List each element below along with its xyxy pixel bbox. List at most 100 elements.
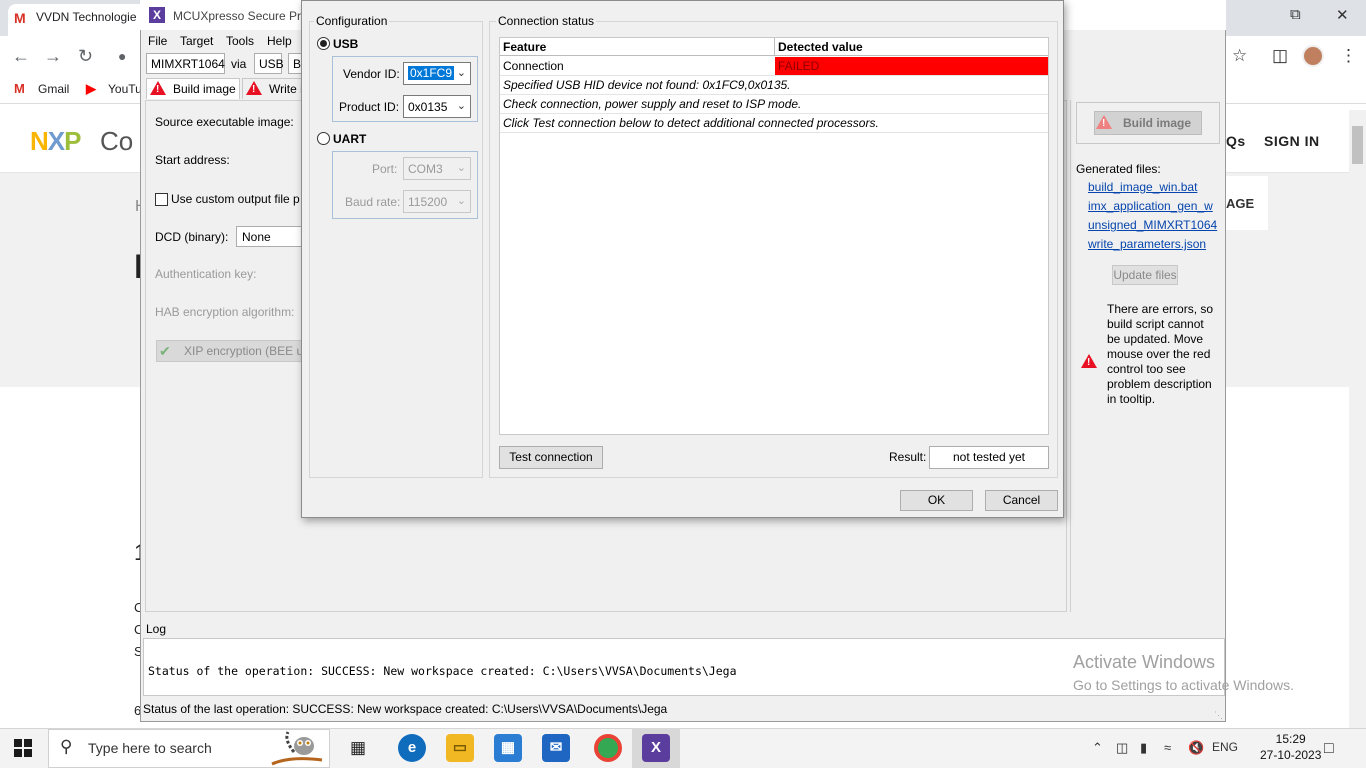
menu-file[interactable]: File [148, 34, 167, 48]
build-error-message: There are errors, so build script cannot… [1107, 302, 1214, 406]
log-line: Status of the operation: SUCCESS: New wo… [148, 664, 737, 678]
app-title: MCUXpresso Secure Pro [173, 9, 308, 23]
page-scrollbar[interactable] [1349, 110, 1366, 728]
site-title-fragment: Co [100, 126, 134, 156]
menu-kebab-icon[interactable]: ⋮ [1340, 46, 1357, 66]
tab-build-image-label: Build image [173, 82, 236, 96]
port-value: COM3 [408, 162, 443, 176]
generated-file-link[interactable]: build_image_win.bat [1088, 180, 1218, 194]
dcd-label: DCD (binary): [155, 230, 229, 244]
side-panel-icon[interactable]: ◫ [1272, 46, 1288, 66]
connection-status-title: Connection status [496, 14, 597, 28]
forward-icon[interactable]: → [44, 46, 62, 67]
activate-windows-title: Activate Windows [1073, 652, 1216, 672]
language-indicator[interactable]: ENG [1212, 740, 1238, 754]
windows-start-icon[interactable] [14, 739, 32, 757]
table-row-message: Click Test connection below to detect ad… [503, 116, 879, 130]
mcuxpresso-logo-icon: X [149, 7, 165, 23]
dcd-select[interactable]: None [236, 226, 306, 247]
port-combo[interactable]: COM3 ⌄ [403, 157, 471, 180]
notifications-icon[interactable]: □ [1324, 740, 1334, 758]
test-connection-button[interactable]: Test connection [499, 446, 603, 469]
file-explorer-icon[interactable]: ▭ [446, 734, 474, 762]
bookmark-gmail[interactable]: Gmail [38, 82, 69, 96]
menu-target[interactable]: Target [180, 34, 213, 48]
tab-write-image-label: Write i [269, 82, 303, 96]
column-header-feature[interactable]: Feature [500, 38, 775, 56]
cancel-button[interactable]: Cancel [985, 490, 1058, 511]
edge-icon[interactable]: e [398, 734, 426, 762]
baud-rate-label: Baud rate: [345, 195, 401, 209]
mcuxpresso-taskbar-icon[interactable]: X [642, 734, 670, 762]
product-id-combo[interactable]: 0x0135 ⌄ [403, 95, 471, 118]
lock-icon[interactable]: ● [118, 48, 126, 64]
battery-icon[interactable]: ▮ [1140, 740, 1147, 756]
chevron-down-icon: ⌄ [456, 195, 466, 207]
mail-icon[interactable]: ✉ [542, 734, 570, 762]
baud-rate-combo[interactable]: 115200 ⌄ [403, 190, 471, 213]
configuration-title: Configuration [314, 14, 390, 28]
page-scrollbar-thumb[interactable] [1352, 126, 1363, 164]
store-icon[interactable]: ▦ [494, 734, 522, 762]
port-label: Port: [372, 162, 398, 176]
ok-button[interactable]: OK [900, 490, 973, 511]
table-cell-failed: FAILED [778, 59, 820, 73]
nav-faqs[interactable]: Qs [1226, 133, 1246, 149]
tray-device-icon[interactable]: ◫ [1116, 740, 1128, 756]
nxp-logo[interactable]: NXP [30, 126, 81, 157]
status-bar: Status of the last operation: SUCCESS: N… [143, 702, 668, 716]
error-warning-mark: ! [1087, 357, 1091, 368]
start-address-label: Start address: [155, 153, 230, 167]
chevron-down-icon: ⌄ [456, 100, 466, 112]
error-warning-mark: ! [1102, 118, 1106, 129]
chrome-icon[interactable] [594, 734, 622, 762]
menu-help[interactable]: Help [267, 34, 292, 48]
interface-field[interactable]: USB [254, 53, 284, 74]
baud-rate-value: 115200 [408, 195, 448, 209]
uart-radio[interactable] [317, 132, 330, 145]
table-cell-feature: Connection [503, 59, 564, 73]
product-id-value: 0x0135 [408, 100, 448, 114]
taskbar-clock[interactable]: 15:29 27-10-2023 [1260, 731, 1321, 763]
activate-windows-subtitle: Go to Settings to activate Windows. [1073, 677, 1294, 693]
log-label: Log [146, 622, 167, 636]
column-header-detected[interactable]: Detected value [775, 38, 1048, 56]
vendor-id-label: Vendor ID: [343, 67, 400, 81]
update-files-button[interactable]: Update files [1112, 265, 1178, 285]
custom-output-label: Use custom output file p [171, 192, 300, 206]
hab-encryption-label: HAB encryption algorithm: [155, 305, 295, 319]
volume-muted-icon[interactable]: 🔇 [1188, 740, 1204, 756]
result-value: not tested yet [929, 446, 1049, 469]
error-warning-mark: ! [156, 84, 160, 95]
table-row-message: Check connection, power supply and reset… [503, 97, 802, 111]
tray-chevron-up-icon[interactable]: ⌃ [1092, 740, 1103, 756]
menu-tools[interactable]: Tools [226, 34, 254, 48]
checkmark-icon: ✔ [159, 343, 171, 359]
vendor-id-value: 0x1FC9 [408, 66, 455, 80]
vendor-id-combo[interactable]: 0x1FC9 ⌄ [403, 62, 471, 85]
profile-avatar[interactable] [1302, 45, 1324, 67]
build-image-button-label: Build image [1123, 116, 1192, 130]
generated-file-link[interactable]: unsigned_MIMXRT1064 [1088, 218, 1218, 232]
generated-file-link[interactable]: imx_application_gen_w [1088, 199, 1218, 213]
site-card-text: AGE [1226, 196, 1255, 211]
browser-close-icon[interactable]: ✕ [1336, 6, 1349, 24]
bookmark-star-icon[interactable]: ☆ [1232, 46, 1247, 66]
generated-file-link[interactable]: write_parameters.json [1088, 237, 1218, 251]
nav-sign-in[interactable]: SIGN IN [1264, 133, 1320, 149]
back-icon[interactable]: ← [12, 46, 30, 67]
resize-grip-icon[interactable]: ⋱ [1214, 710, 1223, 721]
reload-icon[interactable]: ↻ [78, 46, 93, 67]
clock-date: 27-10-2023 [1260, 748, 1322, 762]
usb-radio-dot [320, 40, 327, 47]
bookmark-youtube[interactable]: YouTu [108, 82, 140, 96]
auth-key-label: Authentication key: [155, 267, 257, 281]
task-view-icon[interactable]: ▦ [350, 738, 366, 758]
table-row-message: Specified USB HID device not found: 0x1F… [503, 78, 791, 92]
restore-icon[interactable]: ⧉ [1290, 6, 1301, 23]
custom-output-checkbox[interactable] [155, 193, 168, 206]
chevron-down-icon: ⌄ [456, 162, 466, 174]
wifi-icon[interactable]: ≈ [1164, 740, 1171, 755]
processor-field[interactable]: MIMXRT1064 [146, 53, 225, 74]
via-label: via [231, 57, 247, 71]
